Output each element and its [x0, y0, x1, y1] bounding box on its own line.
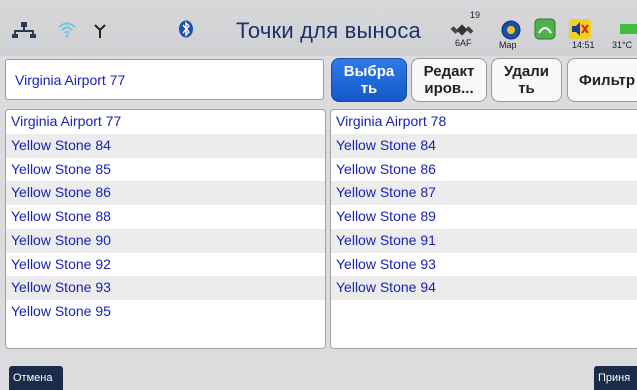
- list-item[interactable]: Yellow Stone 95: [6, 300, 325, 324]
- right-point-list[interactable]: Virginia Airport 78 Yellow Stone 84 Yell…: [330, 109, 637, 349]
- selected-point-field[interactable]: Virginia Airport 77: [5, 59, 324, 100]
- list-item[interactable]: Yellow Stone 88: [6, 205, 325, 229]
- page-title: Точки для выноса: [236, 18, 421, 43]
- list-item[interactable]: Yellow Stone 86: [6, 181, 325, 205]
- screen-icon[interactable]: [534, 18, 556, 40]
- list-item[interactable]: Yellow Stone 92: [6, 253, 325, 277]
- network-icon: [12, 22, 36, 38]
- battery-icon: [620, 22, 637, 36]
- select-button[interactable]: Выбра ть: [331, 58, 407, 102]
- footer-bar: [0, 352, 637, 390]
- mute-icon[interactable]: [568, 18, 592, 40]
- temperature: 31°C: [612, 40, 633, 50]
- status-bar: Точки для выноса 19 6AF Map 14:51 31°C: [0, 0, 637, 56]
- satellite-mode: 6AF: [455, 38, 472, 48]
- map-icon[interactable]: [501, 20, 521, 40]
- list-item[interactable]: Yellow Stone 93: [6, 276, 325, 300]
- list-item[interactable]: Yellow Stone 89: [331, 205, 637, 229]
- antenna-icon: [94, 24, 106, 38]
- list-item[interactable]: Yellow Stone 94: [331, 276, 637, 300]
- accept-button[interactable]: Приня: [594, 366, 637, 390]
- delete-button[interactable]: Удали ть: [491, 58, 562, 102]
- list-item[interactable]: Yellow Stone 84: [6, 133, 325, 158]
- list-item[interactable]: Yellow Stone 85: [6, 158, 325, 182]
- wifi-icon: [58, 22, 76, 38]
- list-item[interactable]: Yellow Stone 93: [331, 253, 637, 277]
- list-item[interactable]: Virginia Airport 78: [331, 110, 637, 134]
- satellite-count: 19: [470, 10, 481, 20]
- cancel-button[interactable]: Отмена: [9, 366, 63, 390]
- map-label: Map: [499, 40, 517, 50]
- list-item[interactable]: Yellow Stone 84: [331, 133, 637, 158]
- left-point-list[interactable]: Virginia Airport 77 Yellow Stone 84 Yell…: [5, 109, 326, 349]
- filter-button[interactable]: Фильтр: [567, 58, 637, 102]
- list-item[interactable]: Yellow Stone 91: [331, 228, 637, 253]
- list-item[interactable]: Yellow Stone 90: [6, 228, 325, 253]
- list-item[interactable]: Yellow Stone 87: [331, 181, 637, 205]
- list-item[interactable]: Virginia Airport 77: [6, 110, 325, 134]
- selected-point-value: Virginia Airport 77: [15, 72, 126, 88]
- list-item[interactable]: Yellow Stone 86: [331, 158, 637, 182]
- bluetooth-icon: [178, 20, 194, 38]
- edit-button[interactable]: Редакт иров...: [411, 58, 487, 102]
- clock: 14:51: [572, 40, 595, 50]
